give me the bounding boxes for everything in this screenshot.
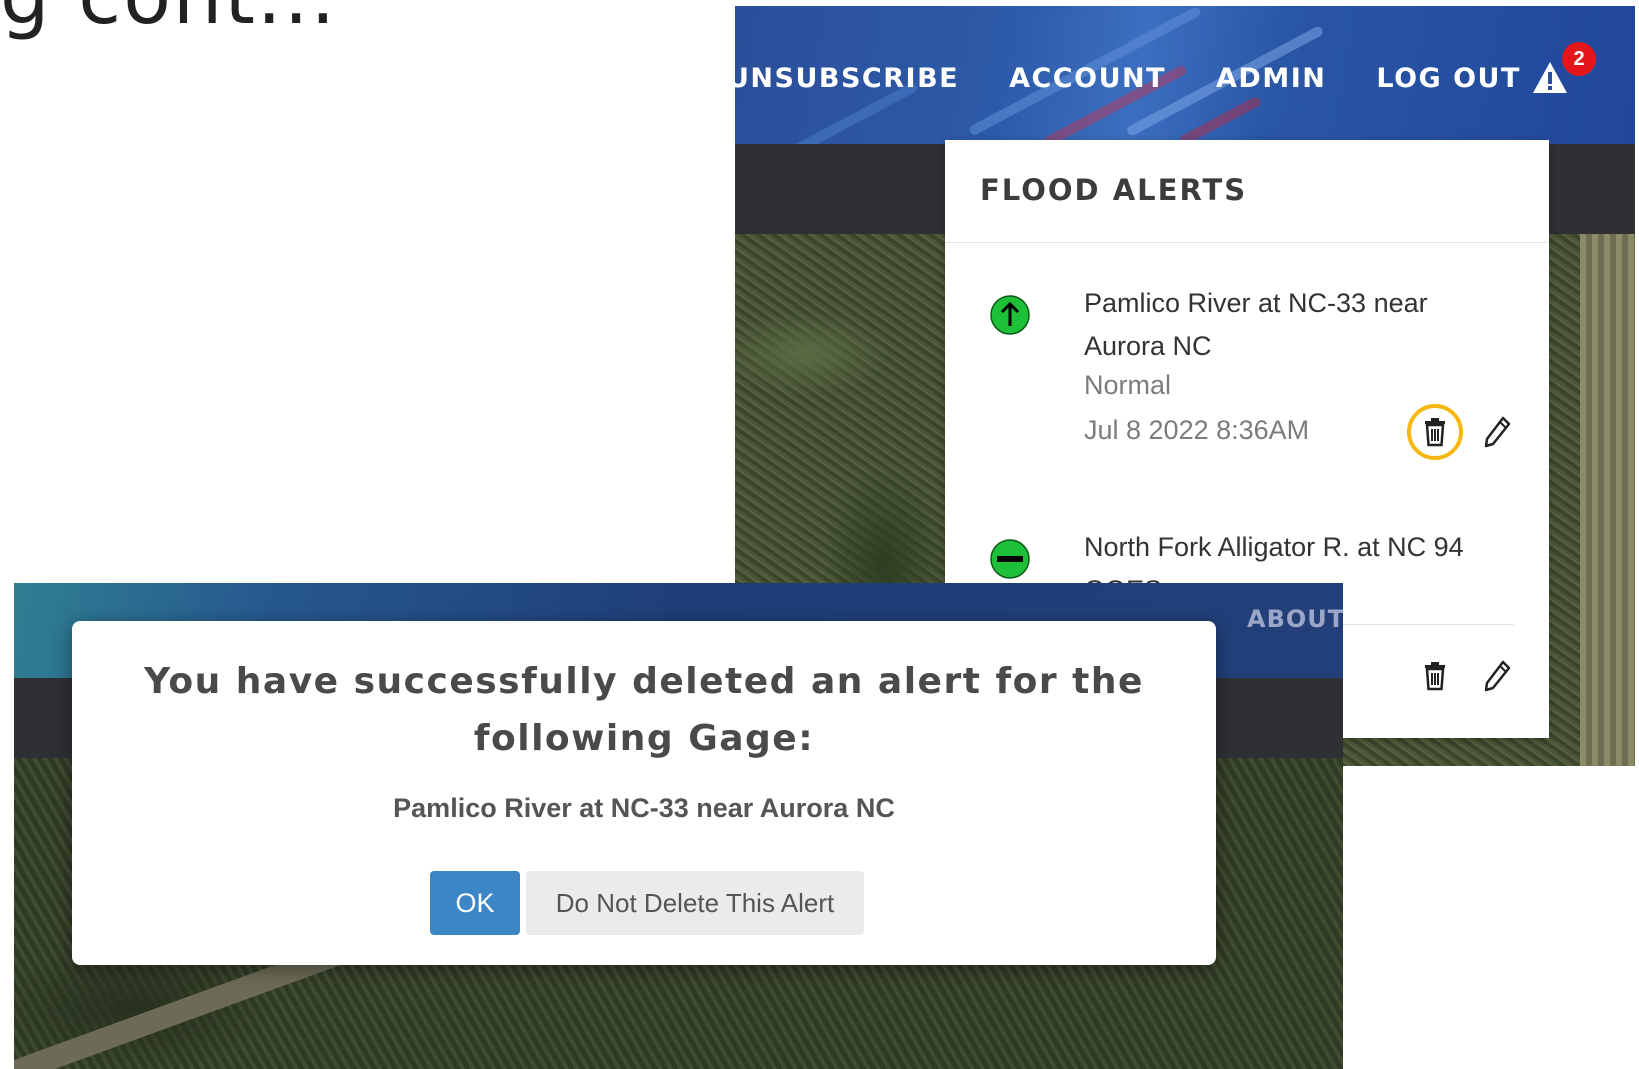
modal-heading: You have successfully deleted an alert f…: [144, 661, 1144, 759]
trash-icon[interactable]: [1415, 656, 1455, 696]
alert-timestamp: Jul 8 2022 8:36AM: [1084, 415, 1310, 445]
do-not-delete-button[interactable]: Do Not Delete This Alert: [526, 871, 864, 935]
divider: [945, 242, 1549, 243]
alert-status: Normal: [1084, 370, 1172, 400]
slide-title: g cont...: [0, 0, 337, 42]
ok-button[interactable]: OK: [430, 871, 520, 935]
nav-admin[interactable]: ADMIN: [1216, 63, 1326, 94]
alert-item: Pamlico River at NC-33 near Aurora NC No…: [945, 282, 1549, 522]
pencil-icon[interactable]: [1477, 656, 1517, 696]
nav-unsubscribe[interactable]: UNSUBSCRIBE: [735, 63, 959, 94]
modal-actions: OK Do Not Delete This Alert: [72, 871, 1216, 935]
nav-about[interactable]: ABOUT: [1247, 605, 1343, 633]
modal-gage-name: Pamlico River at NC-33 near Aurora NC: [393, 793, 895, 823]
arrow-up-icon: [989, 294, 1031, 336]
confirmation-screenshot: ABOUT You have successfully deleted an a…: [14, 583, 1343, 1069]
satellite-map-fields: [1580, 234, 1635, 766]
steady-minus-icon: [989, 538, 1031, 580]
delete-confirmation-modal: You have successfully deleted an alert f…: [72, 621, 1216, 965]
site-header: UNSUBSCRIBE ACCOUNT ADMIN LOG OUT 2: [735, 6, 1635, 144]
nav-log-out[interactable]: LOG OUT: [1376, 63, 1521, 94]
trash-icon[interactable]: [1415, 412, 1455, 452]
top-nav: UNSUBSCRIBE ACCOUNT ADMIN LOG OUT: [735, 58, 1571, 98]
alert-gage-name: Pamlico River at NC-33 near Aurora NC: [1084, 288, 1428, 361]
nav-account[interactable]: ACCOUNT: [1009, 63, 1166, 94]
pencil-icon[interactable]: [1477, 412, 1517, 452]
panel-title: FLOOD ALERTS: [980, 173, 1248, 207]
alert-count-badge: 2: [1562, 42, 1596, 76]
